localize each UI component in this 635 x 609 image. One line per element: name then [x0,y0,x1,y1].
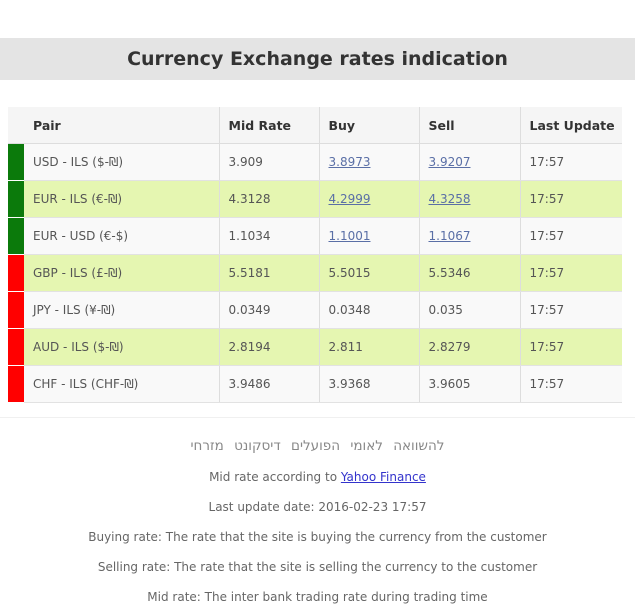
header-buy: Buy [319,107,420,144]
sell-rate-cell: 1.1067 [419,217,521,255]
sell-rate-cell: 2.8279 [419,328,521,366]
mid-rate-cell: 3.909 [219,143,320,181]
indicator-header [8,107,24,144]
pair-cell: JPY - ILS (¥-₪) [24,291,220,329]
pair-cell: EUR - ILS (€-₪) [24,180,220,218]
table-row: CHF - ILS (CHF-₪) 3.9486 3.9368 3.9605 17:57 [8,365,622,403]
trend-indicator [8,180,24,218]
sell-rate-link[interactable]: 1.1067 [429,229,471,243]
last-update-cell: 17:57 [520,365,622,403]
header-sell: Sell [419,107,521,144]
buy-rate-cell: 5.5015 [319,254,420,292]
buy-rate-cell: 4.2999 [319,180,420,218]
bank-link-compare[interactable]: להשוואה [393,438,444,454]
header-last-update: Last Update [520,107,622,144]
bank-link-leumi[interactable]: לאומי [350,438,383,454]
last-update-cell: 17:57 [520,143,622,181]
last-update-cell: 17:57 [520,180,622,218]
buy-rate-link[interactable]: 3.8973 [329,155,371,169]
buying-rate-note: Buying rate: The rate that the site is b… [88,530,547,544]
trend-indicator [8,365,24,403]
pair-cell: CHF - ILS (CHF-₪) [24,365,220,403]
mid-rate-cell: 0.0349 [219,291,320,329]
buy-rate-cell: 0.0348 [319,291,420,329]
sell-rate-cell: 5.5346 [419,254,521,292]
buy-rate-cell: 3.8973 [319,143,420,181]
pair-cell: GBP - ILS (£-₪) [24,254,220,292]
table-row: EUR - ILS (€-₪) 4.3128 4.2999 4.3258 17:57 [8,180,622,218]
last-update-date: Last update date: 2016-02-23 17:57 [208,500,427,514]
rates-body: USD - ILS ($-₪) 3.909 3.8973 3.9207 17:57 EUR… [8,143,622,403]
trend-indicator [8,217,24,255]
buy-rate-link[interactable]: 4.2999 [329,192,371,206]
sell-rate-cell: 3.9605 [419,365,521,403]
sell-rate-link[interactable]: 3.9207 [429,155,471,169]
yahoo-finance-link[interactable]: Yahoo Finance [341,470,426,484]
table-row: AUD - ILS ($-₪) 2.8194 2.811 2.8279 17:57 [8,328,622,366]
page: Currency Exchange rates indication Pair … [0,0,635,609]
trend-indicator [8,291,24,329]
mid-rate-cell: 2.8194 [219,328,320,366]
buy-rate-cell: 1.1001 [319,217,420,255]
rates-table: Pair Mid Rate Buy Sell Last Update USD -… [8,107,622,403]
bank-link-discount[interactable]: דיסקונט [234,438,281,454]
buy-rate-cell: 2.811 [319,328,420,366]
page-title: Currency Exchange rates indication [127,48,508,70]
pair-cell: EUR - USD (€-$) [24,217,220,255]
sell-rate-cell: 0.035 [419,291,521,329]
trend-indicator [8,254,24,292]
buy-rate-cell: 3.9368 [319,365,420,403]
bank-link-hapoalim[interactable]: הפועלים [291,438,340,454]
table-row: EUR - USD (€-$) 1.1034 1.1001 1.1067 17:57 [8,217,622,255]
last-update-cell: 17:57 [520,254,622,292]
pair-cell: AUD - ILS ($-₪) [24,328,220,366]
bank-link-mizrahi[interactable]: מזרחי [191,438,224,454]
sell-rate-cell: 4.3258 [419,180,521,218]
mid-source-line: Mid rate according to Yahoo Finance [0,470,635,484]
selling-rate-note: Selling rate: The rate that the site is … [97,560,538,574]
mid-source-text: Mid rate according to [209,470,338,484]
header-pair: Pair [24,107,220,144]
table-header-row: Pair Mid Rate Buy Sell Last Update [8,107,622,144]
header-mid-rate: Mid Rate [219,107,320,144]
buy-rate-link[interactable]: 1.1001 [329,229,371,243]
mid-rate-cell: 4.3128 [219,180,320,218]
separator [0,417,635,418]
bank-links: להשוואה לאומי הפועלים דיסקונט מזרחי [0,438,635,454]
pair-cell: USD - ILS ($-₪) [24,143,220,181]
title-bar: Currency Exchange rates indication [0,38,635,80]
table-row: GBP - ILS (£-₪) 5.5181 5.5015 5.5346 17:57 [8,254,622,292]
trend-indicator [8,143,24,181]
table-row: USD - ILS ($-₪) 3.909 3.8973 3.9207 17:57 [8,143,622,181]
mid-rate-note: Mid rate: The inter bank trading rate du… [147,590,488,604]
mid-rate-cell: 3.9486 [219,365,320,403]
sell-rate-link[interactable]: 4.3258 [429,192,471,206]
mid-rate-cell: 1.1034 [219,217,320,255]
last-update-cell: 17:57 [520,291,622,329]
last-update-cell: 17:57 [520,328,622,366]
mid-rate-cell: 5.5181 [219,254,320,292]
table-row: JPY - ILS (¥-₪) 0.0349 0.0348 0.035 17:57 [8,291,622,329]
last-update-cell: 17:57 [520,217,622,255]
sell-rate-cell: 3.9207 [419,143,521,181]
trend-indicator [8,328,24,366]
